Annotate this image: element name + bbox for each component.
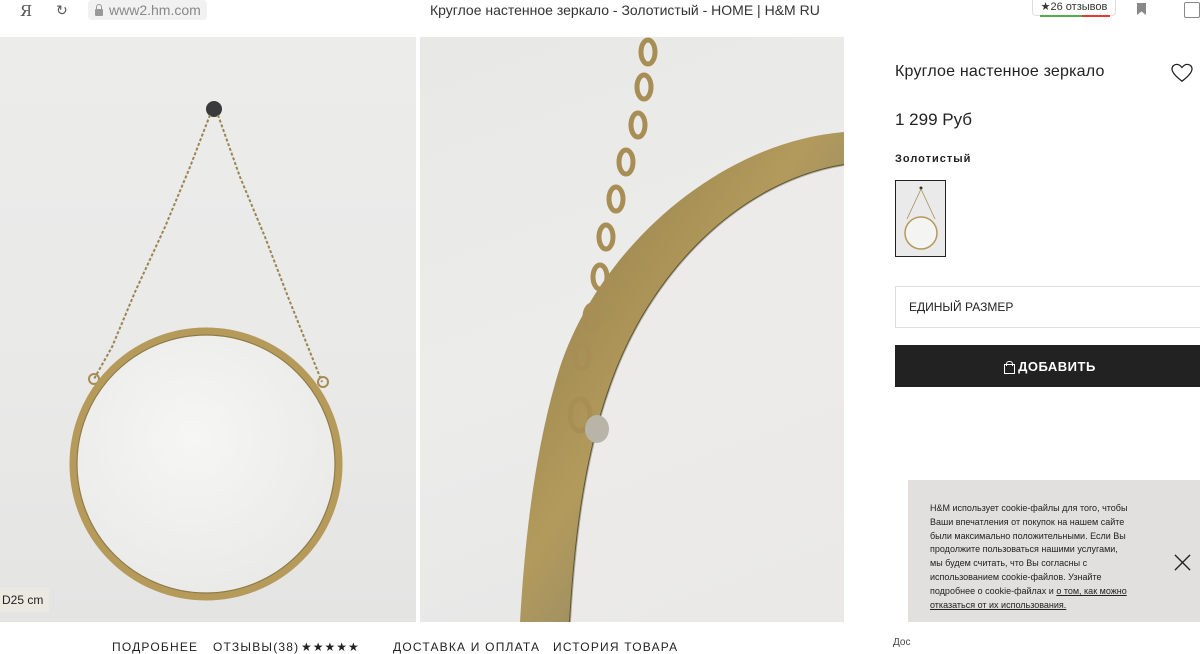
mirror-illustration [69, 101, 343, 601]
reviews-rating-bar [1040, 15, 1110, 17]
url-text: www2.hm.com [109, 2, 201, 18]
product-image-main[interactable] [0, 37, 416, 622]
heart-icon[interactable] [1171, 63, 1193, 83]
product-price: 1 299 Руб [895, 110, 973, 129]
address-bar[interactable]: www2.hm.com [88, 0, 207, 20]
lock-icon [94, 4, 104, 16]
tab-delivery-cut: Дос [893, 637, 911, 648]
cookie-text: H&M использует cookie-файлы для того, чт… [930, 502, 1130, 612]
color-label: Золотистый [895, 153, 972, 165]
extension-icon[interactable] [1184, 2, 1200, 18]
color-swatch-gold[interactable] [895, 180, 946, 257]
browser-toolbar: Я ↻ www2.hm.com Круглое настенное зеркал… [0, 0, 1200, 22]
close-icon[interactable] [1173, 553, 1192, 572]
mirror-closeup-illustration [520, 37, 844, 622]
add-button-label: ДОБАВИТЬ [1018, 358, 1096, 374]
product-title: Круглое настенное зеркало [895, 63, 1105, 80]
bag-icon [1004, 360, 1016, 374]
yandex-logo[interactable]: Я [20, 2, 32, 20]
page-title: Круглое настенное зеркало - Золотистый -… [430, 2, 820, 18]
reload-icon[interactable]: ↻ [56, 2, 68, 19]
size-tag: D25 cm [0, 588, 50, 612]
bookmark-icon[interactable] [1137, 3, 1146, 15]
swatch-thumbnail [904, 186, 938, 250]
reviews-badge[interactable]: ★26 отзывов [1032, 0, 1116, 16]
add-to-cart-button[interactable]: ДОБАВИТЬ [895, 345, 1200, 387]
product-image-detail[interactable] [420, 37, 844, 622]
size-select[interactable]: ЕДИНЫЙ РАЗМЕР [895, 286, 1200, 328]
cookie-message: H&M использует cookie-файлы для того, чт… [930, 503, 1128, 596]
